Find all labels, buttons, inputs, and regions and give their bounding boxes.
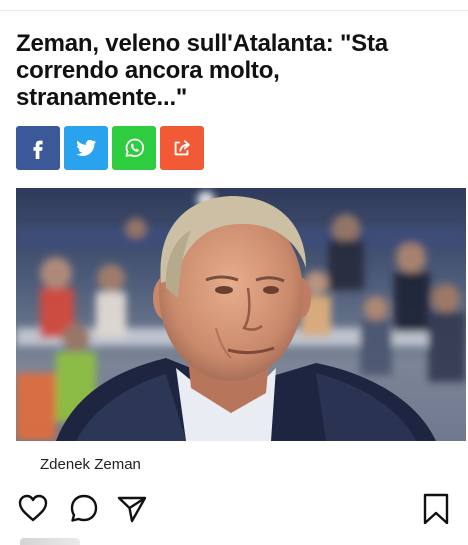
whatsapp-icon [125,138,145,158]
photo-caption: Zdenek Zeman [40,456,141,473]
article-photo-image [16,188,466,441]
article-headline: Zeman, veleno sull'Atalanta: "Sta corren… [16,30,388,111]
share-twitter-button[interactable] [64,126,108,170]
share-arrow-icon [174,140,190,156]
share-facebook-button[interactable] [16,126,60,170]
like-button[interactable] [17,492,49,529]
article-photo[interactable] [16,188,466,441]
share-bar [16,126,204,170]
comment-button[interactable] [68,492,100,529]
facebook-icon [33,140,43,159]
send-button[interactable] [116,492,148,529]
heart-icon [18,494,48,522]
post-actions-bar [0,492,468,532]
send-icon [117,496,147,523]
share-generic-button[interactable] [160,126,204,170]
comment-icon [70,494,98,522]
next-post-preview [20,538,80,545]
twitter-icon [76,139,97,156]
share-whatsapp-button[interactable] [112,126,156,170]
bookmark-button[interactable] [420,492,452,531]
top-divider [0,10,468,11]
bookmark-icon [423,493,449,525]
